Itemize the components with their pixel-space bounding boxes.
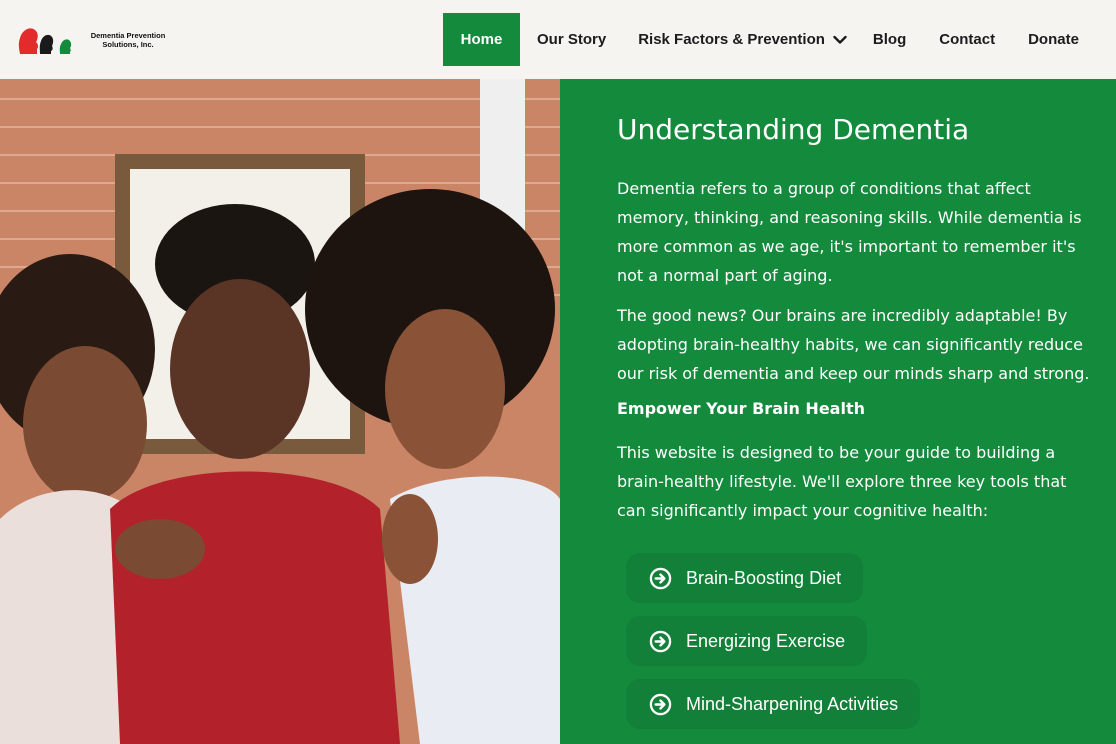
page-title: Understanding Dementia bbox=[617, 113, 970, 146]
brand-line-2: Solutions, Inc. bbox=[102, 40, 154, 49]
tool-link-exercise[interactable]: Energizing Exercise bbox=[626, 616, 868, 666]
nav-home[interactable]: Home bbox=[443, 13, 520, 66]
site-header: Dementia Prevention Solutions, Inc. Home… bbox=[0, 0, 1116, 79]
tool-label: Mind-Sharpening Activities bbox=[686, 693, 899, 714]
arrow-circle-right-icon bbox=[649, 693, 672, 715]
nav-risk-factors-label: Risk Factors & Prevention bbox=[638, 31, 825, 48]
nav-contact[interactable]: Contact bbox=[939, 13, 995, 66]
nav-risk-factors[interactable]: Risk Factors & Prevention bbox=[638, 13, 847, 66]
nav-blog[interactable]: Blog bbox=[873, 13, 906, 66]
tool-link-diet[interactable]: Brain-Boosting Diet bbox=[626, 553, 864, 603]
content-panel: Understanding Dementia Dementia refers t… bbox=[560, 79, 1116, 744]
intro-paragraph: Dementia refers to a group of conditions… bbox=[617, 179, 1082, 285]
arrow-circle-right-icon bbox=[649, 567, 672, 589]
brand-name: Dementia Prevention Solutions, Inc. bbox=[88, 31, 168, 49]
brand-line-1: Dementia Prevention bbox=[90, 31, 166, 40]
good-news-paragraph: The good news? Our brains are incredibly… bbox=[617, 306, 1090, 383]
tool-link-activities[interactable]: Mind-Sharpening Activities bbox=[626, 679, 921, 729]
nav-donate[interactable]: Donate bbox=[1028, 13, 1079, 66]
three-women-smiling-photo bbox=[0, 79, 560, 744]
heads-silhouette-logo-icon bbox=[18, 28, 72, 54]
site-logo[interactable]: Dementia Prevention Solutions, Inc. bbox=[16, 24, 168, 56]
hero-photo-illustration bbox=[0, 79, 560, 744]
tool-label: Brain-Boosting Diet bbox=[686, 567, 842, 588]
guide-paragraph: This website is designed to be your guid… bbox=[617, 443, 1067, 520]
chevron-down-icon bbox=[833, 35, 847, 44]
section-subheading: Empower Your Brain Health bbox=[617, 399, 865, 418]
main-nav: Home Our Story Risk Factors & Prevention… bbox=[443, 13, 1079, 66]
nav-our-story[interactable]: Our Story bbox=[537, 13, 606, 66]
tool-label: Energizing Exercise bbox=[686, 630, 846, 651]
arrow-circle-right-icon bbox=[649, 630, 672, 652]
